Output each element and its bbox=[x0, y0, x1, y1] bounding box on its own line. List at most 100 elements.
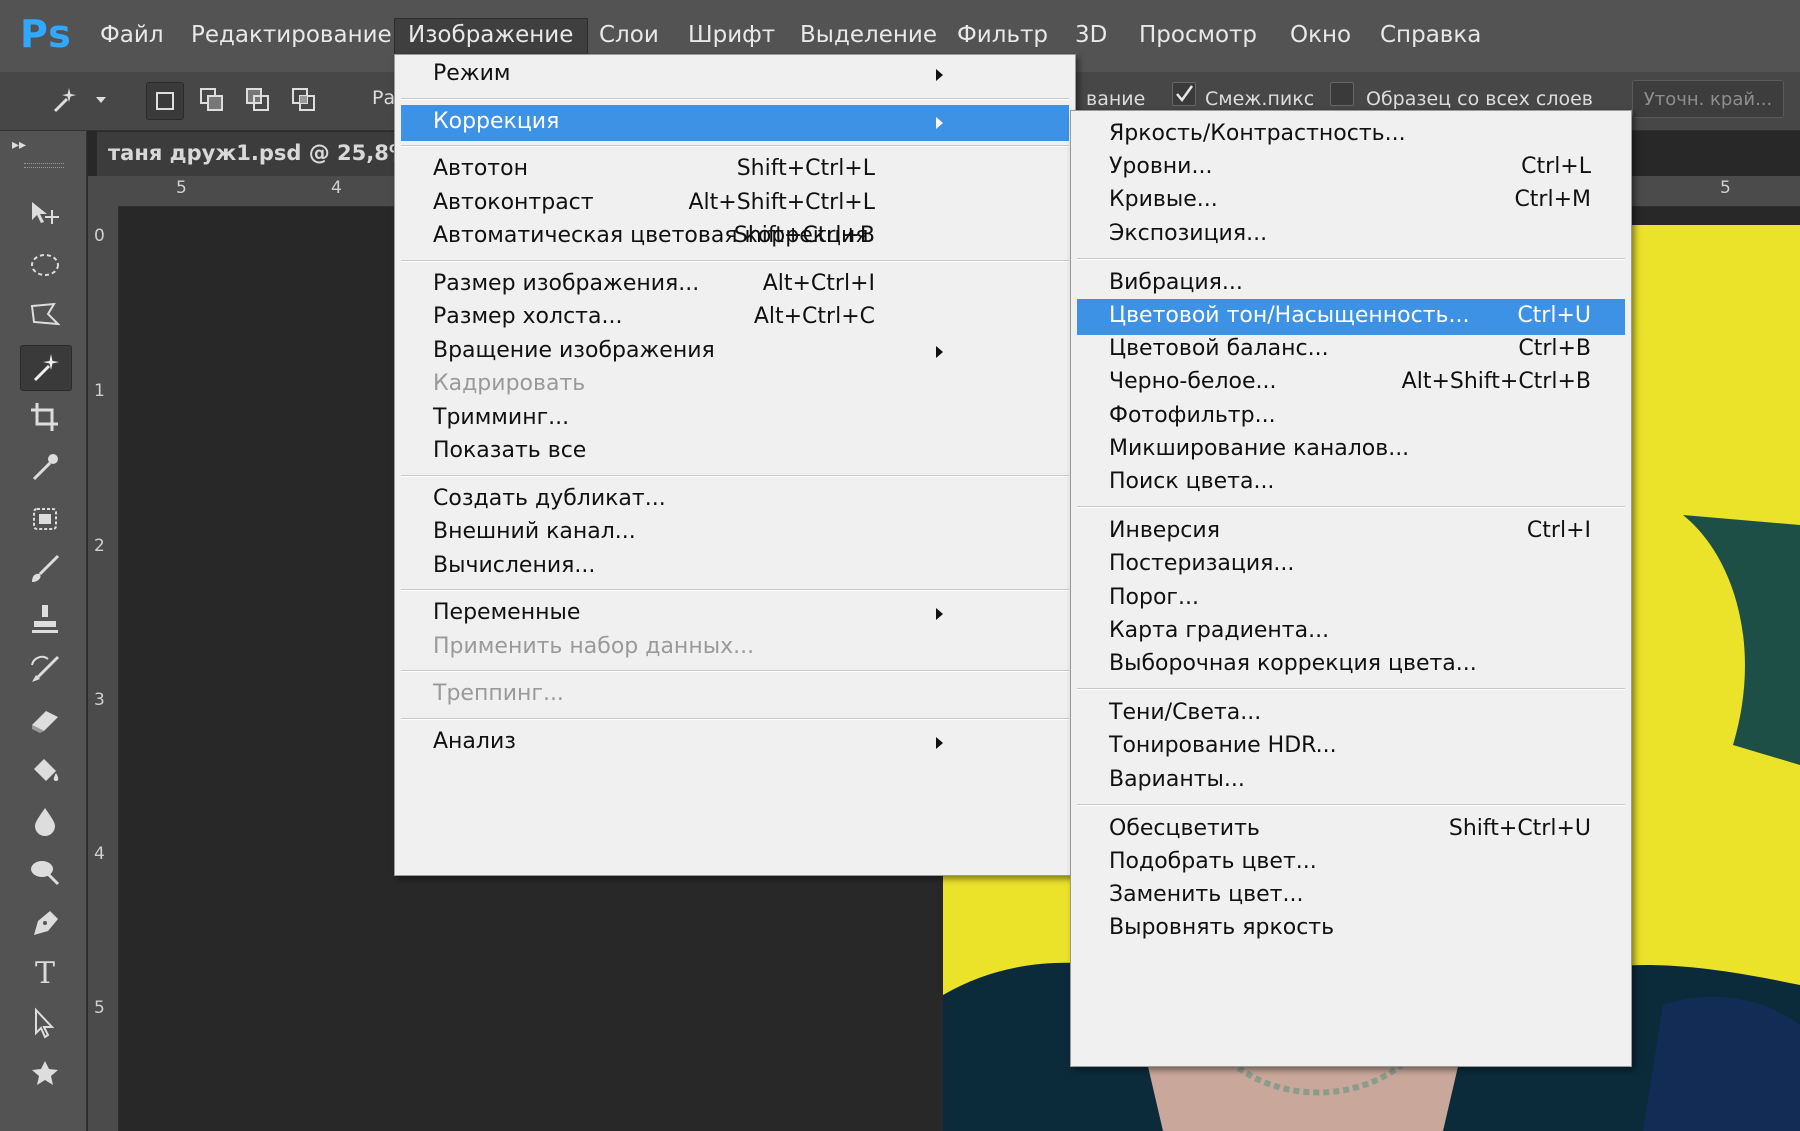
menu-item-label: Тени/Света... bbox=[1109, 700, 1262, 726]
menu-item-color-balance[interactable]: Цветовой баланс... Ctrl+B bbox=[1071, 332, 1631, 368]
ruler-origin[interactable] bbox=[88, 176, 118, 206]
new-selection-icon[interactable] bbox=[146, 82, 184, 120]
submenu-arrow-icon bbox=[936, 116, 943, 129]
menu-item-color-lookup[interactable]: Поиск цвета... bbox=[1071, 465, 1631, 501]
chevron-down-icon[interactable] bbox=[92, 82, 110, 118]
panel-grip[interactable] bbox=[24, 163, 64, 168]
menu-item-auto-color[interactable]: Автоматическая цветовая коррекция Shift+C… bbox=[395, 219, 1075, 255]
menu-item-reveal-all[interactable]: Показать все bbox=[395, 434, 1075, 470]
clone-stamp-tool-icon[interactable] bbox=[20, 597, 70, 641]
menu-item-duplicate[interactable]: Создать дубликат... bbox=[395, 482, 1075, 518]
menu-item-hue-saturation[interactable]: Цветовой тон/Насыщенность... Ctrl+U bbox=[1077, 299, 1625, 335]
blur-tool-icon[interactable] bbox=[20, 799, 70, 843]
refine-edge-button[interactable]: Уточн. край... bbox=[1632, 80, 1784, 118]
menu-file[interactable]: Файл bbox=[100, 22, 164, 48]
move-tool-icon[interactable] bbox=[20, 191, 70, 235]
magic-wand-tool-icon[interactable] bbox=[20, 345, 72, 391]
custom-shape-tool-icon[interactable] bbox=[20, 1051, 70, 1095]
adjustments-submenu: Яркость/Контрастность... Уровни... Ctrl+L К… bbox=[1070, 110, 1632, 1067]
polygonal-lasso-tool-icon[interactable] bbox=[20, 293, 70, 337]
subtract-from-selection-icon[interactable] bbox=[240, 82, 276, 118]
menu-item-trap[interactable]: Треппинг... bbox=[395, 677, 1075, 713]
eyedropper-tool-icon[interactable] bbox=[20, 445, 70, 489]
menu-item-photo-filter[interactable]: Фотофильтр... bbox=[1071, 399, 1631, 435]
menu-help[interactable]: Справка bbox=[1380, 22, 1481, 48]
menu-item-auto-tone[interactable]: Автотон Shift+Ctrl+L bbox=[395, 152, 1075, 188]
healing-brush-tool-icon[interactable] bbox=[20, 497, 70, 541]
menu-image[interactable]: Изображение bbox=[408, 22, 573, 48]
panel-collapse-icon[interactable]: ▸▸ bbox=[12, 137, 26, 153]
menu-item-apply-data-set[interactable]: Применить набор данных... bbox=[395, 630, 1075, 666]
menu-item-levels[interactable]: Уровни... Ctrl+L bbox=[1071, 150, 1631, 186]
menu-item-channel-mixer[interactable]: Микширование каналов... bbox=[1071, 432, 1631, 468]
magic-wand-preset-icon[interactable] bbox=[46, 82, 82, 118]
menu-separator bbox=[401, 145, 1069, 147]
menu-item-crop[interactable]: Кадрировать bbox=[395, 367, 1075, 403]
crop-tool-icon[interactable] bbox=[20, 395, 70, 439]
vruler-tick: 3 bbox=[94, 690, 105, 710]
menu-item-label: Кривые... bbox=[1109, 187, 1218, 213]
menu-item-shortcut: Ctrl+I bbox=[1526, 518, 1591, 544]
menu-window[interactable]: Окно bbox=[1290, 22, 1351, 48]
menu-item-variables[interactable]: Переменные bbox=[395, 596, 1075, 632]
menu-item-adjustments[interactable]: Коррекция bbox=[401, 104, 1069, 141]
type-tool-icon[interactable]: T bbox=[20, 951, 70, 995]
eraser-tool-icon[interactable] bbox=[20, 697, 70, 741]
menu-item-hdr-toning[interactable]: Тонирование HDR... bbox=[1071, 729, 1631, 765]
menu-item-calculations[interactable]: Вычисления... bbox=[395, 549, 1075, 585]
menu-item-variations[interactable]: Варианты... bbox=[1071, 763, 1631, 799]
menu-item-trim[interactable]: Тримминг... bbox=[395, 401, 1075, 437]
menu-item-label: Анализ bbox=[433, 728, 516, 754]
menu-item-threshold[interactable]: Порог... bbox=[1071, 581, 1631, 617]
menu-item-auto-contrast[interactable]: Автоконтраст Alt+Shift+Ctrl+L bbox=[395, 186, 1075, 222]
menu-item-brightness-contrast[interactable]: Яркость/Контрастность... bbox=[1071, 117, 1631, 153]
menu-item-apply-image[interactable]: Внешний канал... bbox=[395, 515, 1075, 551]
dodge-tool-icon[interactable] bbox=[20, 849, 70, 893]
menu-3d[interactable]: 3D bbox=[1075, 22, 1107, 48]
menu-item-vibrance[interactable]: Вибрация... bbox=[1071, 266, 1631, 302]
menu-item-selective-color[interactable]: Выборочная коррекция цвета... bbox=[1071, 647, 1631, 683]
submenu-arrow-icon bbox=[936, 608, 943, 620]
menu-edit[interactable]: Редактирование bbox=[191, 22, 392, 48]
lasso-tool-icon[interactable] bbox=[20, 243, 70, 287]
menu-item-image-size[interactable]: Размер изображения... Alt+Ctrl+I bbox=[395, 267, 1075, 303]
menu-item-gradient-map[interactable]: Карта градиента... bbox=[1071, 614, 1631, 650]
menu-item-mode[interactable]: Режим bbox=[395, 57, 1075, 93]
pen-tool-icon[interactable] bbox=[20, 901, 70, 945]
menu-item-posterize[interactable]: Постеризация... bbox=[1071, 547, 1631, 583]
menu-item-match-color[interactable]: Подобрать цвет... bbox=[1071, 845, 1631, 881]
menu-item-label: Цветовой тон/Насыщенность... bbox=[1109, 303, 1470, 328]
menu-item-analysis[interactable]: Анализ bbox=[395, 725, 1075, 761]
vruler-tick: 2 bbox=[94, 536, 105, 556]
sample-all-layers-checkbox[interactable] bbox=[1330, 82, 1354, 106]
menu-item-label: Треппинг... bbox=[433, 681, 564, 706]
sample-all-layers-label: Образец со всех слоев bbox=[1366, 88, 1593, 110]
menu-item-exposure[interactable]: Экспозиция... bbox=[1071, 217, 1631, 253]
paint-bucket-tool-icon[interactable] bbox=[20, 749, 70, 793]
contiguous-checkbox[interactable] bbox=[1172, 82, 1196, 106]
menu-type[interactable]: Шрифт bbox=[688, 22, 775, 48]
menu-item-equalize[interactable]: Выровнять яркость bbox=[1071, 911, 1631, 947]
menu-item-desaturate[interactable]: Обесцветить Shift+Ctrl+U bbox=[1071, 812, 1631, 848]
menu-item-replace-color[interactable]: Заменить цвет... bbox=[1071, 878, 1631, 914]
menu-item-curves[interactable]: Кривые... Ctrl+M bbox=[1071, 183, 1631, 219]
path-selection-tool-icon[interactable] bbox=[20, 1001, 70, 1045]
menu-item-image-rotation[interactable]: Вращение изображения bbox=[395, 334, 1075, 370]
menu-item-label: Обесцветить bbox=[1109, 815, 1260, 841]
menu-item-label: Тримминг... bbox=[433, 404, 570, 430]
menu-item-canvas-size[interactable]: Размер холста... Alt+Ctrl+C bbox=[395, 300, 1075, 336]
menu-filter[interactable]: Фильтр bbox=[957, 22, 1048, 48]
brush-tool-icon[interactable] bbox=[20, 547, 70, 591]
menu-item-invert[interactable]: Инверсия Ctrl+I bbox=[1071, 514, 1631, 550]
intersect-selection-icon[interactable] bbox=[286, 82, 322, 118]
menu-select[interactable]: Выделение bbox=[800, 22, 937, 48]
add-to-selection-icon[interactable] bbox=[194, 82, 230, 118]
menu-item-label: Автотон bbox=[433, 156, 528, 181]
menu-layer[interactable]: Слои bbox=[599, 22, 659, 48]
history-brush-tool-icon[interactable] bbox=[20, 647, 70, 691]
menu-view[interactable]: Просмотр bbox=[1139, 22, 1257, 48]
vertical-ruler[interactable]: 0 1 2 3 4 5 bbox=[88, 206, 119, 1131]
contiguous-label: Смеж.пикс bbox=[1205, 88, 1315, 110]
menu-item-shadows-highlights[interactable]: Тени/Света... bbox=[1071, 696, 1631, 732]
menu-item-black-white[interactable]: Черно-белое... Alt+Shift+Ctrl+B bbox=[1071, 365, 1631, 401]
